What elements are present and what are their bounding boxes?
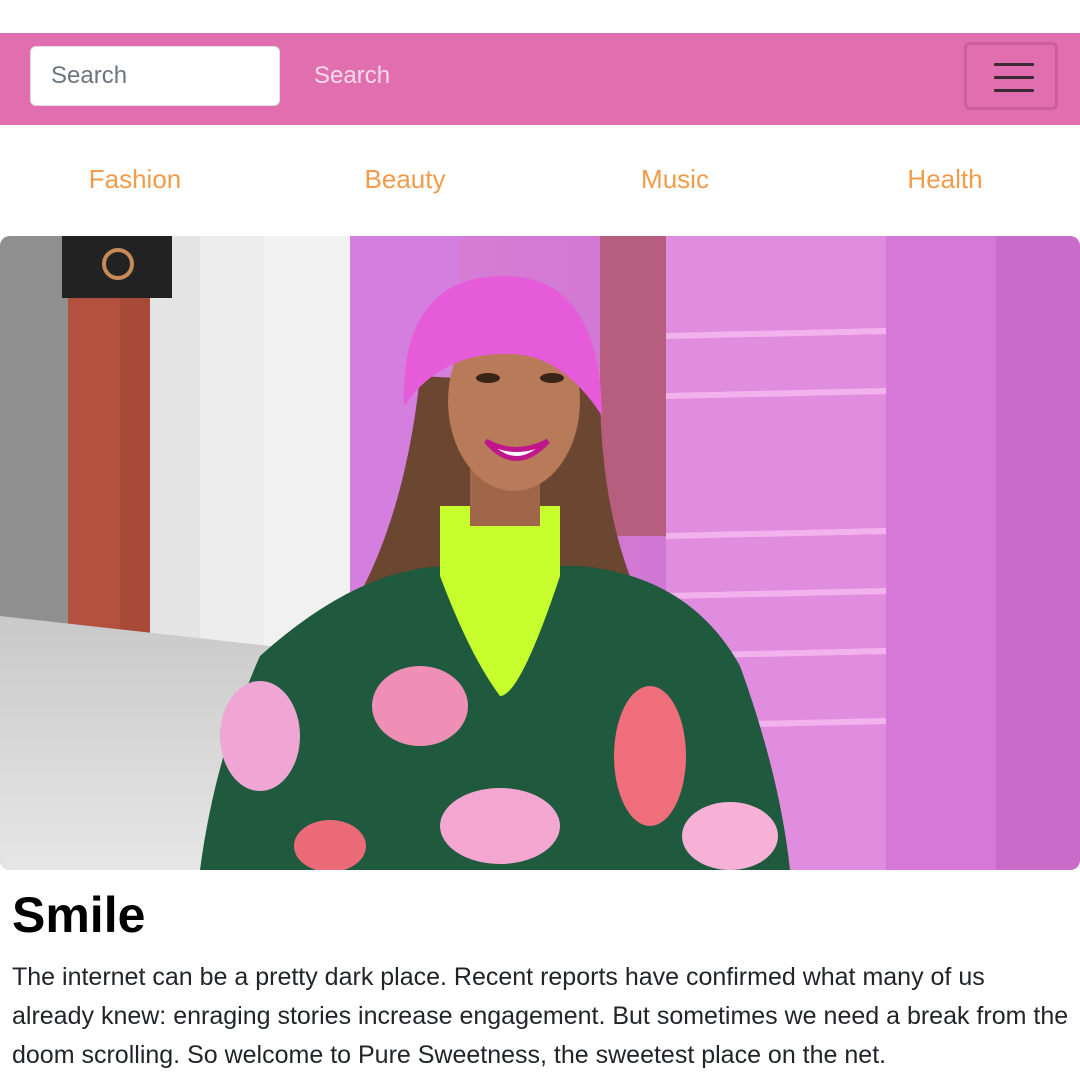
- category-link-health[interactable]: Health: [810, 150, 1080, 208]
- search-button[interactable]: Search: [300, 46, 404, 106]
- menu-toggle-button[interactable]: [964, 42, 1058, 110]
- top-navbar: Search: [0, 33, 1080, 125]
- article-body: The internet can be a pretty dark place.…: [12, 963, 1069, 1069]
- category-link-beauty[interactable]: Beauty: [270, 150, 540, 208]
- category-link-fashion[interactable]: Fashion: [0, 150, 270, 208]
- article-title: Smile: [12, 887, 146, 943]
- search-input[interactable]: [30, 46, 280, 106]
- hero-image: [0, 236, 1080, 870]
- category-link-music[interactable]: Music: [540, 150, 810, 208]
- category-nav: Fashion Beauty Music Health: [0, 150, 1080, 208]
